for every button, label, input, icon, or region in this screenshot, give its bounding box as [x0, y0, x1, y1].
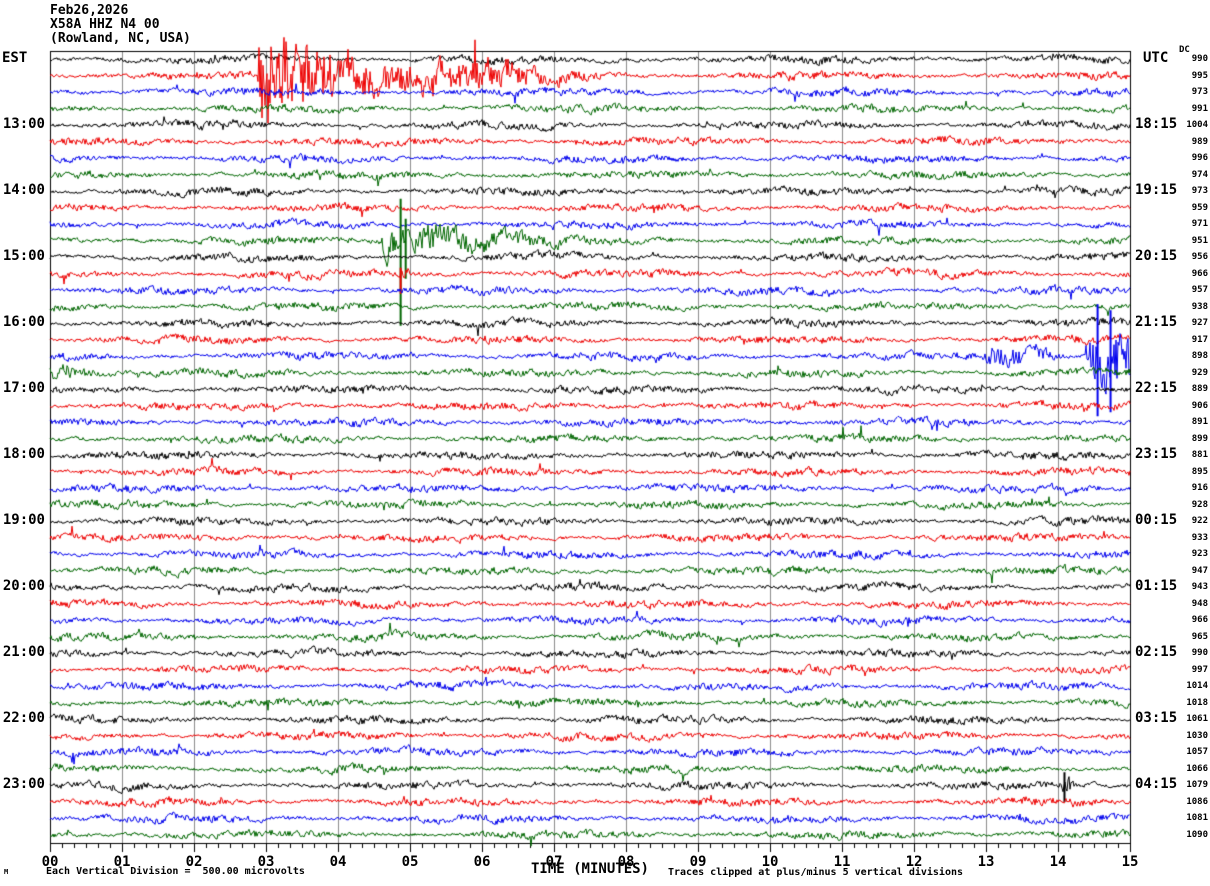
plot-title-date: Feb26,2026	[50, 3, 129, 18]
dc-offset-value: 898	[1191, 351, 1208, 362]
dc-offset-value: 1030	[1186, 730, 1208, 741]
est-hour-label: 16:00	[2, 314, 45, 331]
dc-offset-value: 956	[1191, 252, 1208, 263]
dc-offset-value: 929	[1191, 367, 1208, 378]
est-hour-label: 21:00	[2, 644, 45, 661]
est-hour-label: 14:00	[2, 182, 45, 199]
est-hour-label: 22:00	[2, 710, 45, 727]
dc-offset-value: 989	[1191, 136, 1208, 147]
dc-offset-value: 996	[1191, 153, 1208, 164]
dc-offset-value: 974	[1191, 169, 1208, 180]
dc-offset-value: 966	[1191, 268, 1208, 279]
dc-offset-value: 881	[1191, 450, 1208, 461]
dc-offset-value: 943	[1191, 582, 1208, 593]
dc-offset-value: 928	[1191, 499, 1208, 510]
dc-offset-value: 1090	[1186, 829, 1208, 840]
dc-offset-value: 971	[1191, 219, 1208, 230]
dc-offset-value: 938	[1191, 301, 1208, 312]
dc-offset-value: 923	[1191, 549, 1208, 560]
est-hour-label: 23:00	[2, 776, 45, 793]
dc-offset-value: 973	[1191, 186, 1208, 197]
dc-offset-value: 990	[1191, 54, 1208, 65]
dc-offset-value: 933	[1191, 532, 1208, 543]
dc-offset-value: 957	[1191, 285, 1208, 296]
est-hour-label: 20:00	[2, 578, 45, 595]
dc-offset-value: 1014	[1186, 681, 1208, 692]
dc-offset-value: 1057	[1186, 747, 1208, 758]
dc-offset-value: 1086	[1186, 796, 1208, 807]
dc-offset-value: 1079	[1186, 780, 1208, 791]
seismogram-plot-canvas	[0, 0, 1210, 886]
est-hour-label: 17:00	[2, 380, 45, 397]
dc-offset-value: 965	[1191, 631, 1208, 642]
dc-offset-value: 951	[1191, 235, 1208, 246]
dc-offset-value: 899	[1191, 433, 1208, 444]
dc-offset-value: 891	[1191, 417, 1208, 428]
dc-offset-value: 959	[1191, 202, 1208, 213]
dc-offset-value: 991	[1191, 103, 1208, 114]
dc-offset-value: 948	[1191, 598, 1208, 609]
right-timezone-label: UTC	[1143, 50, 1169, 66]
dc-offset-value: 990	[1191, 648, 1208, 659]
clipping-note: Traces clipped at plus/minus 5 vertical …	[668, 867, 964, 878]
dc-offset-value: 1081	[1186, 813, 1208, 824]
corner-squiggle-mark: M	[4, 868, 9, 876]
dc-offset-value: 947	[1191, 565, 1208, 576]
est-hour-label: 18:00	[2, 446, 45, 463]
dc-offset-value: 916	[1191, 483, 1208, 494]
dc-offset-value: 1018	[1186, 697, 1208, 708]
plot-title-station: X58A HHZ N4 00	[50, 17, 160, 32]
dc-offset-value: 917	[1191, 334, 1208, 345]
x-axis-title: TIME (MINUTES)	[530, 861, 649, 877]
plot-title-location: (Rowland, NC, USA)	[50, 31, 191, 46]
dc-offset-value: 922	[1191, 516, 1208, 527]
dc-offset-value: 973	[1191, 87, 1208, 98]
est-hour-label: 15:00	[2, 248, 45, 265]
dc-offset-value: 906	[1191, 400, 1208, 411]
dc-offset-value: 1066	[1186, 763, 1208, 774]
dc-offset-value: 1061	[1186, 714, 1208, 725]
dc-offset-value: 997	[1191, 664, 1208, 675]
dc-offset-value: 1004	[1186, 120, 1208, 131]
est-hour-label: 13:00	[2, 116, 45, 133]
left-timezone-label: EST	[2, 50, 28, 66]
dc-offset-value: 927	[1191, 318, 1208, 329]
dc-offset-value: 889	[1191, 384, 1208, 395]
est-hour-label: 19:00	[2, 512, 45, 529]
dc-offset-value: 895	[1191, 466, 1208, 477]
dc-offset-value: 966	[1191, 615, 1208, 626]
dc-offset-value: 995	[1191, 70, 1208, 81]
